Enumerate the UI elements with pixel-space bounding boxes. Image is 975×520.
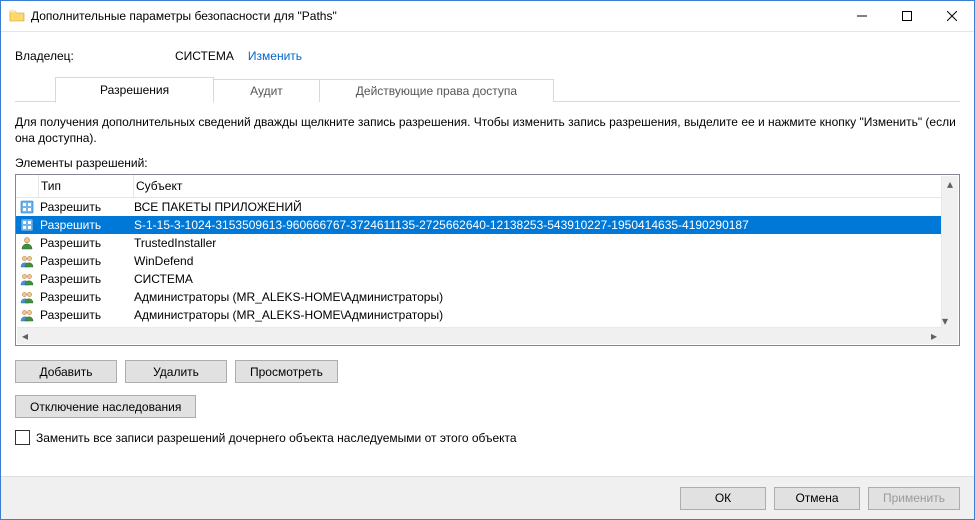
view-button[interactable]: Просмотреть <box>235 360 338 383</box>
owner-label: Владелец: <box>15 49 175 63</box>
scroll-left-icon[interactable]: ◂ <box>17 328 33 344</box>
row-type: Разрешить <box>38 218 132 232</box>
user-icon <box>16 236 38 250</box>
advanced-security-window: Дополнительные параметры безопасности дл… <box>0 0 975 520</box>
tab-audit[interactable]: Аудит <box>213 79 320 102</box>
remove-button[interactable]: Удалить <box>125 360 227 383</box>
group-icon <box>16 308 38 322</box>
disable-inheritance-button[interactable]: Отключение наследования <box>15 395 196 418</box>
folder-icon <box>9 8 25 24</box>
replace-checkbox[interactable] <box>15 430 30 445</box>
row-subject: Администраторы (MR_ALEKS-HOME\Администра… <box>132 308 942 322</box>
list-header: Тип Субъект <box>16 175 942 198</box>
row-subject: WinDefend <box>132 254 942 268</box>
ok-button[interactable]: ОК <box>680 487 766 510</box>
action-buttons: Добавить Удалить Просмотреть <box>15 360 960 383</box>
tabs: Разрешения Аудит Действующие права досту… <box>15 78 960 102</box>
horizontal-scrollbar[interactable]: ◂ ▸ <box>17 327 942 344</box>
content-area: Владелец: СИСТЕМА Изменить Разрешения Ау… <box>1 32 974 476</box>
app-package-icon <box>16 218 38 232</box>
minimize-button[interactable] <box>839 1 884 31</box>
replace-label: Заменить все записи разрешений дочернего… <box>36 431 517 445</box>
row-subject: Администраторы (MR_ALEKS-HOME\Администра… <box>132 290 942 304</box>
row-type: Разрешить <box>38 254 132 268</box>
row-type: Разрешить <box>38 290 132 304</box>
owner-row: Владелец: СИСТЕМА Изменить <box>15 44 960 68</box>
app-package-icon <box>16 200 38 214</box>
scroll-right-icon[interactable]: ▸ <box>926 328 942 344</box>
col-type-header[interactable]: Тип <box>39 175 134 197</box>
close-button[interactable] <box>929 1 974 31</box>
table-row[interactable]: РазрешитьTrustedInstaller <box>16 234 942 252</box>
footer: ОК Отмена Применить <box>1 476 974 519</box>
permissions-list[interactable]: Тип Субъект РазрешитьВСЕ ПАКЕТЫ ПРИЛОЖЕН… <box>15 174 960 346</box>
table-row[interactable]: РазрешитьСИСТЕМА <box>16 270 942 288</box>
scroll-down-icon[interactable]: ▾ <box>942 313 948 329</box>
row-type: Разрешить <box>38 308 132 322</box>
apply-button[interactable]: Применить <box>868 487 960 510</box>
table-row[interactable]: РазрешитьАдминистраторы (MR_ALEKS-HOME\А… <box>16 288 942 306</box>
info-text: Для получения дополнительных сведений дв… <box>15 114 960 146</box>
row-type: Разрешить <box>38 236 132 250</box>
add-button[interactable]: Добавить <box>15 360 117 383</box>
col-icon[interactable] <box>16 175 39 197</box>
row-type: Разрешить <box>38 200 132 214</box>
owner-change-link[interactable]: Изменить <box>248 49 302 63</box>
table-row[interactable]: РазрешитьWinDefend <box>16 252 942 270</box>
row-subject: СИСТЕМА <box>132 272 942 286</box>
tab-permissions[interactable]: Разрешения <box>55 77 214 103</box>
row-type: Разрешить <box>38 272 132 286</box>
elements-label: Элементы разрешений: <box>15 156 960 170</box>
owner-value: СИСТЕМА <box>175 49 234 63</box>
table-row[interactable]: РазрешитьS-1-15-3-1024-3153509613-960666… <box>16 216 942 234</box>
scrollbar-corner <box>942 328 958 344</box>
row-subject: S-1-15-3-1024-3153509613-960666767-37246… <box>132 218 942 232</box>
cancel-button[interactable]: Отмена <box>774 487 860 510</box>
scroll-up-icon[interactable]: ▴ <box>942 176 958 192</box>
table-row[interactable]: РазрешитьАдминистраторы (MR_ALEKS-HOME\А… <box>16 306 942 324</box>
table-row[interactable]: РазрешитьВСЕ ПАКЕТЫ ПРИЛОЖЕНИЙ <box>16 198 942 216</box>
row-subject: ВСЕ ПАКЕТЫ ПРИЛОЖЕНИЙ <box>132 200 942 214</box>
maximize-button[interactable] <box>884 1 929 31</box>
vertical-scrollbar[interactable]: ▴ ▾ <box>941 176 958 329</box>
group-icon <box>16 272 38 286</box>
row-subject: TrustedInstaller <box>132 236 942 250</box>
tab-effective-access[interactable]: Действующие права доступа <box>319 79 554 102</box>
replace-row: Заменить все записи разрешений дочернего… <box>15 430 960 445</box>
group-icon <box>16 254 38 268</box>
titlebar: Дополнительные параметры безопасности дл… <box>1 1 974 32</box>
window-title: Дополнительные параметры безопасности дл… <box>31 9 839 23</box>
col-subject-header[interactable]: Субъект <box>134 175 942 197</box>
group-icon <box>16 290 38 304</box>
